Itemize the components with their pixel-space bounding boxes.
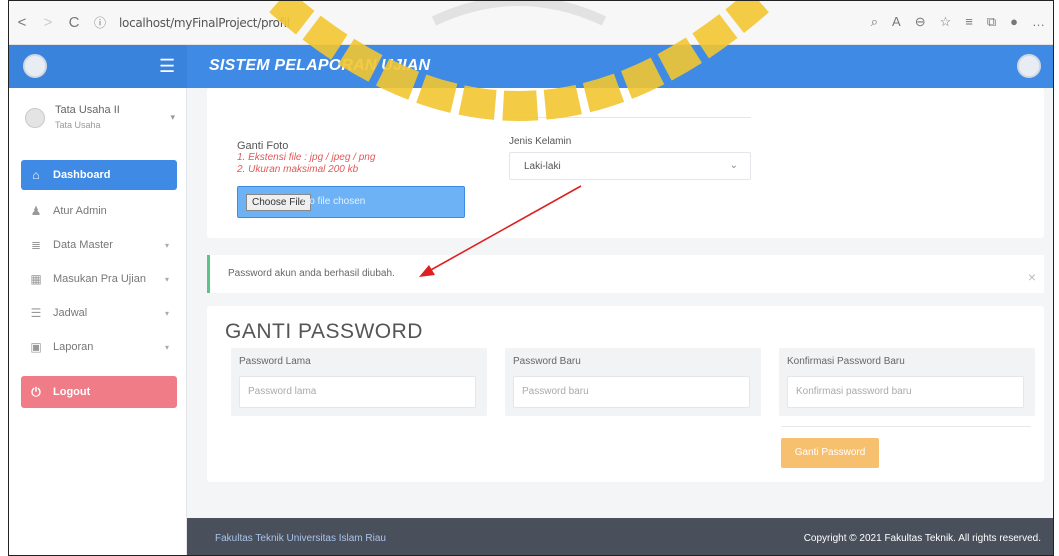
profile-icon[interactable]: ●	[1010, 14, 1018, 30]
hamburger-menu-icon[interactable]: ☰	[159, 57, 175, 75]
alert-message: Password akun anda berhasil diubah.	[228, 268, 395, 279]
change-password-button[interactable]: Ganti Password	[781, 438, 879, 468]
divider	[781, 426, 1031, 427]
sidebar-item-dashboard[interactable]: ⌂ Dashboard	[21, 160, 177, 190]
sidebar-item-jadwal[interactable]: ☰ Jadwal ▾	[21, 298, 177, 328]
avatar	[25, 108, 45, 128]
photo-note-extension: 1. Ekstensi file : jpg / jpeg / png	[237, 152, 376, 163]
success-alert: Password akun anda berhasil diubah. ×	[207, 255, 1044, 293]
footer: Fakultas Teknik Universitas Islam Riau C…	[187, 518, 1053, 555]
forward-button[interactable]: >	[35, 14, 61, 31]
logo-icon	[23, 54, 47, 78]
sidebar-item-logout[interactable]: ⏻ Logout	[21, 376, 177, 408]
database-icon: ≣	[30, 238, 42, 252]
chevron-down-icon: ⌄	[729, 160, 738, 171]
sidebar-item-label: Dashboard	[53, 169, 111, 181]
user-avatar-icon[interactable]	[1017, 54, 1041, 78]
chevron-down-icon: ▾	[164, 342, 169, 352]
old-password-input[interactable]: Password lama	[239, 376, 476, 408]
change-password-card: GANTI PASSWORD Password Lama Password la…	[207, 306, 1044, 482]
power-icon: ⏻	[31, 384, 41, 399]
sidebar-item-label: Atur Admin	[53, 205, 107, 217]
close-icon[interactable]: ×	[1028, 270, 1036, 284]
screen-frame: < > C ⓘ localhost/myFinalProject/profil …	[8, 0, 1054, 556]
footer-institution-link[interactable]: Fakultas Teknik Universitas Islam Riau	[215, 533, 386, 544]
read-aloud-icon[interactable]: A	[892, 14, 901, 30]
user-icon: ♟	[30, 204, 42, 218]
favorite-icon[interactable]: ☆	[940, 14, 952, 30]
new-password-input[interactable]: Password baru	[513, 376, 750, 408]
search-icon[interactable]: ⌕	[871, 14, 878, 30]
chevron-down-icon[interactable]: ▾	[170, 112, 175, 123]
list-icon: ☰	[30, 306, 42, 320]
photo-note-size: 2. Ukuran maksimal 200 kb	[237, 164, 359, 175]
no-file-text: No file chosen	[302, 196, 366, 207]
browser-actions: ⌕ A ⊖ ☆ ≡ ⧉ ● …	[871, 14, 1045, 30]
browser-toolbar: < > C ⓘ localhost/myFinalProject/profil …	[9, 1, 1053, 45]
chevron-down-icon: ▾	[164, 274, 169, 284]
footer-copyright: Copyright © 2021 Fakultas Teknik. All ri…	[803, 533, 1041, 544]
confirm-password-input[interactable]: Konfirmasi password baru	[787, 376, 1024, 408]
app-title: SISTEM PELAPORAN UJIAN	[209, 57, 431, 74]
sidebar-item-label: Jadwal	[53, 307, 88, 319]
favorites-bar-icon[interactable]: ≡	[965, 14, 973, 30]
confirm-password-group: Konfirmasi Password Baru Konfirmasi pass…	[779, 348, 1035, 416]
new-password-label: Password Baru	[513, 356, 581, 367]
user-panel[interactable]: Tata Usaha II Tata Usaha ▾	[21, 100, 181, 140]
sidebar-item-label: Data Master	[53, 239, 113, 251]
previous-field	[509, 88, 751, 118]
photo-file-input[interactable]: Choose File No file chosen	[237, 186, 465, 218]
sidebar-item-data-master[interactable]: ≣ Data Master ▾	[21, 230, 177, 260]
sidebar-item-atur-admin[interactable]: ♟ Atur Admin	[21, 196, 177, 226]
sidebar-item-laporan[interactable]: ▣ Laporan ▾	[21, 332, 177, 362]
keyboard-icon: ▦	[30, 272, 42, 286]
user-role: Tata Usaha	[55, 120, 101, 130]
collections-icon[interactable]: ⧉	[987, 14, 996, 30]
save-icon: ▣	[30, 340, 42, 354]
profile-card: Ganti Foto 1. Ekstensi file : jpg / jpeg…	[207, 88, 1044, 238]
old-password-group: Password Lama Password lama	[231, 348, 487, 416]
gender-select-value: Laki-laki	[524, 161, 561, 172]
brand-area: ☰	[9, 45, 187, 88]
address-bar[interactable]: localhost/myFinalProject/profil	[119, 16, 290, 30]
confirm-password-label: Konfirmasi Password Baru	[787, 356, 905, 367]
user-name: Tata Usaha II	[55, 104, 120, 116]
zoom-icon[interactable]: ⊖	[915, 14, 926, 30]
sidebar: Tata Usaha II Tata Usaha ▾ ⌂ Dashboard ♟…	[9, 88, 187, 555]
gender-label: Jenis Kelamin	[509, 136, 572, 147]
gender-select[interactable]: Laki-laki ⌄	[509, 152, 751, 180]
reload-button[interactable]: C	[61, 14, 87, 31]
sidebar-item-label: Masukan Pra Ujian	[53, 273, 146, 285]
chevron-down-icon: ▾	[164, 308, 169, 318]
sidebar-item-label: Laporan	[53, 341, 94, 353]
sidebar-item-label: Logout	[53, 386, 91, 398]
old-password-label: Password Lama	[239, 356, 311, 367]
section-title: GANTI PASSWORD	[225, 320, 423, 343]
sidebar-item-masukan-pra-ujian[interactable]: ▦ Masukan Pra Ujian ▾	[21, 264, 177, 294]
more-icon[interactable]: …	[1032, 14, 1045, 30]
chevron-down-icon: ▾	[164, 240, 169, 250]
back-button[interactable]: <	[9, 14, 35, 31]
app-header: ☰ SISTEM PELAPORAN UJIAN	[9, 45, 1053, 88]
photo-label: Ganti Foto	[237, 140, 289, 152]
new-password-group: Password Baru Password baru	[505, 348, 761, 416]
home-icon: ⌂	[32, 168, 40, 182]
site-info-icon[interactable]: ⓘ	[87, 14, 113, 31]
